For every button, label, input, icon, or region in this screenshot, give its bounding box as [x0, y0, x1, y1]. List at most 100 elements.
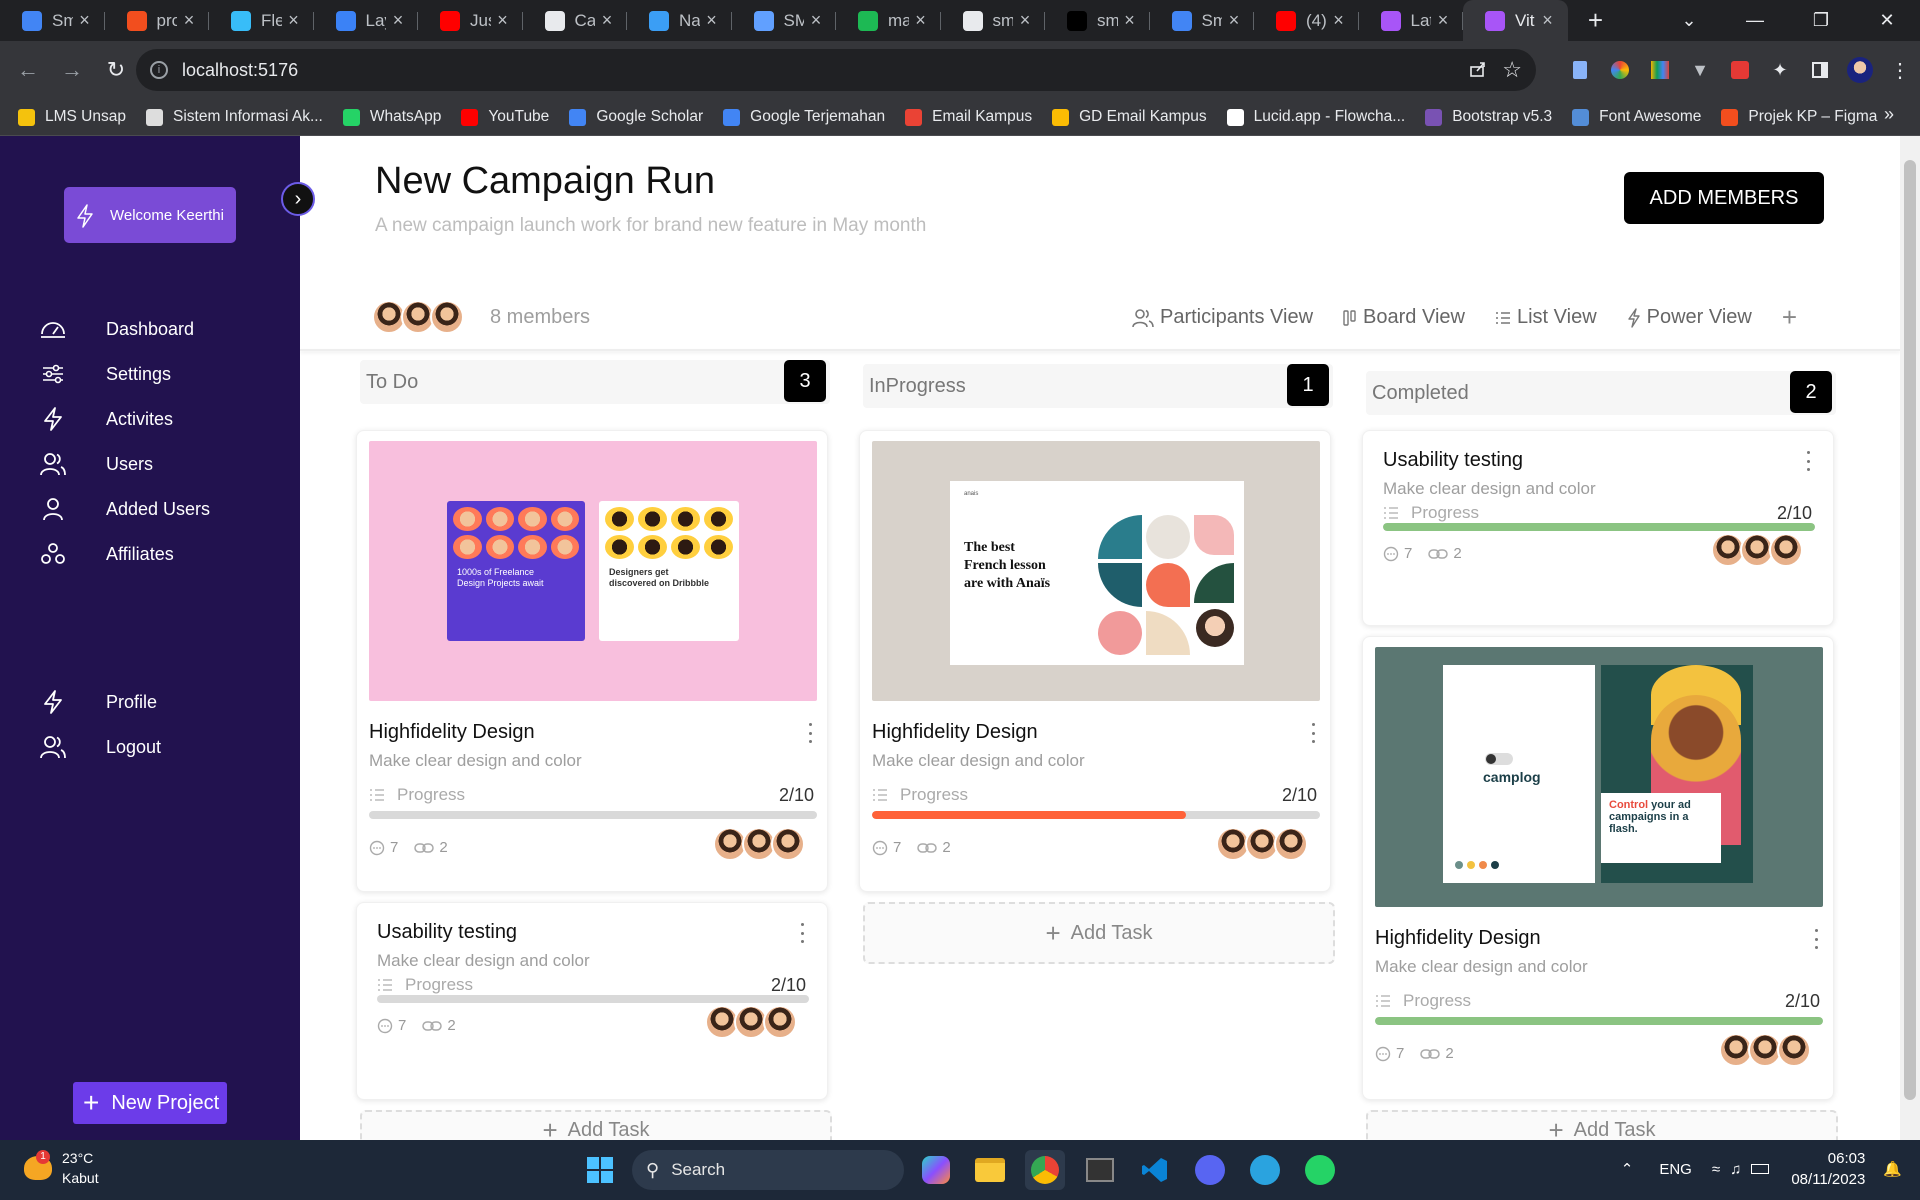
wifi-icon[interactable]: ≈	[1712, 1161, 1720, 1178]
comments-count[interactable]: 7	[369, 839, 398, 856]
back-icon[interactable]: ←	[6, 57, 50, 83]
close-window-icon[interactable]: ✕	[1854, 10, 1920, 31]
extensions-puzzle-icon[interactable]: ✦	[1760, 58, 1800, 82]
tab-search-icon[interactable]: ⌄	[1656, 10, 1722, 31]
add-view-button[interactable]: +	[1782, 302, 1797, 333]
site-info-icon[interactable]: i	[150, 61, 168, 79]
add-members-button[interactable]: ADD MEMBERS	[1624, 172, 1824, 224]
battery-icon[interactable]	[1751, 1161, 1770, 1178]
task-card[interactable]: 1000s of Freelance Design Projects await D…	[356, 430, 828, 892]
more-options-icon[interactable]	[1310, 723, 1316, 743]
whatsapp-icon[interactable]	[1300, 1150, 1340, 1190]
close-icon[interactable]: ×	[177, 10, 201, 31]
bookmark-item[interactable]: GD Email Kampus	[1052, 108, 1207, 126]
bookmark-item[interactable]: Bootstrap v5.3	[1425, 108, 1552, 126]
close-icon[interactable]: ×	[386, 10, 410, 31]
clock[interactable]: 06:03 08/11/2023	[1791, 1148, 1865, 1190]
task-card[interactable]: anais The best French lesson are with Anaïs…	[859, 430, 1331, 892]
browser-tab[interactable]: sm ×	[1045, 0, 1150, 41]
bookmark-item[interactable]: YouTube	[461, 108, 549, 126]
links-count[interactable]: 2	[414, 839, 448, 856]
new-tab-button[interactable]: +	[1576, 5, 1616, 36]
close-icon[interactable]: ×	[1327, 10, 1351, 31]
close-icon[interactable]: ×	[491, 10, 515, 31]
sidebar-item-logout[interactable]: Logout	[40, 730, 161, 764]
tab-list-view[interactable]: List View	[1495, 306, 1597, 329]
browser-tab[interactable]: Na ×	[627, 0, 732, 41]
chrome-menu-icon[interactable]: ⋮	[1880, 58, 1920, 82]
sidebar-item-affiliates[interactable]: Affiliates	[40, 537, 174, 571]
share-icon[interactable]	[1468, 59, 1488, 84]
welcome-button[interactable]: Welcome Keerthi	[64, 187, 236, 243]
sidebar-item-activites[interactable]: Activites	[40, 402, 173, 436]
close-icon[interactable]: ×	[700, 10, 724, 31]
browser-tab[interactable]: Jus×	[418, 0, 523, 41]
browser-tab[interactable]: SM ×	[732, 0, 836, 41]
extension-color-icon[interactable]	[1600, 58, 1640, 82]
tab-power-view[interactable]: Power View	[1627, 306, 1752, 329]
links-count[interactable]: 2	[422, 1017, 456, 1034]
more-options-icon[interactable]	[1813, 929, 1819, 949]
extension-red-icon[interactable]	[1720, 58, 1760, 82]
close-icon[interactable]: ×	[595, 10, 619, 31]
browser-tab[interactable]: ma ×	[836, 0, 941, 41]
add-task-button[interactable]: + Add Task	[1366, 1110, 1838, 1140]
bookmark-item[interactable]: WhatsApp	[342, 108, 441, 126]
telegram-icon[interactable]	[1245, 1150, 1285, 1190]
extension-vuetify-icon[interactable]: ▼	[1680, 58, 1720, 82]
forward-icon[interactable]: →	[50, 57, 94, 83]
close-icon[interactable]: ×	[909, 10, 933, 31]
chrome-icon[interactable]	[1025, 1150, 1065, 1190]
bookmark-item[interactable]: Font Awesome	[1572, 108, 1701, 126]
sidebar-toggle-button[interactable]: ›	[281, 182, 315, 216]
sidebar-item-users[interactable]: Users	[40, 447, 153, 481]
sidebar-item-added-users[interactable]: Added Users	[40, 492, 210, 526]
bookmark-item[interactable]: Google Scholar	[569, 108, 703, 126]
browser-tab[interactable]: sm ×	[941, 0, 1045, 41]
browser-tab[interactable]: pro ×	[105, 0, 209, 41]
comments-count[interactable]: 7	[1383, 545, 1412, 562]
close-icon[interactable]: ×	[282, 10, 306, 31]
close-icon[interactable]: ×	[1118, 10, 1142, 31]
browser-tab[interactable]: (4) ×	[1254, 0, 1359, 41]
task-card[interactable]: Usability testing Make clear design and c…	[356, 902, 828, 1100]
close-icon[interactable]: ×	[73, 10, 97, 31]
more-options-icon[interactable]	[807, 723, 813, 743]
close-icon[interactable]: ×	[1536, 10, 1560, 31]
tab-board-view[interactable]: Board View	[1343, 306, 1465, 329]
vscode-icon[interactable]	[1135, 1150, 1175, 1190]
bookmark-item[interactable]: Projek KP – Figma	[1721, 108, 1877, 126]
bookmark-item[interactable]: Google Terjemahan	[723, 108, 885, 126]
terminal-icon[interactable]	[1080, 1150, 1120, 1190]
file-explorer-icon[interactable]	[970, 1150, 1010, 1190]
add-task-button[interactable]: + Add Task	[360, 1110, 832, 1140]
extension-palette-icon[interactable]	[1640, 58, 1680, 82]
add-task-button[interactable]: + Add Task	[863, 902, 1335, 964]
close-icon[interactable]: ×	[1431, 10, 1455, 31]
new-project-button[interactable]: + New Project	[73, 1082, 227, 1124]
tab-participants-view[interactable]: Participants View	[1132, 306, 1313, 329]
browser-tab[interactable]: Fle ×	[209, 0, 314, 41]
volume-icon[interactable]: ♫	[1730, 1161, 1741, 1178]
close-icon[interactable]: ×	[804, 10, 828, 31]
browser-tab[interactable]: Sm ×	[0, 0, 105, 41]
close-icon[interactable]: ×	[1222, 10, 1246, 31]
language-indicator[interactable]: ENG	[1659, 1161, 1692, 1178]
taskbar-search[interactable]: ⚲ Search	[632, 1150, 904, 1190]
page-scrollbar[interactable]	[1900, 136, 1920, 1140]
links-count[interactable]: 2	[1420, 1045, 1454, 1062]
discord-icon[interactable]	[1190, 1150, 1230, 1190]
address-bar[interactable]: i localhost:5176 ☆	[136, 49, 1536, 91]
task-card[interactable]: camplog Control your ad campaigns in a flas…	[1362, 636, 1834, 1100]
task-card[interactable]: Usability testing Make clear design and c…	[1362, 430, 1834, 626]
browser-tab[interactable]: Lat×	[1359, 0, 1463, 41]
bookmark-item[interactable]: Lucid.app - Flowcha...	[1226, 108, 1405, 126]
side-panel-icon[interactable]	[1800, 58, 1840, 82]
close-icon[interactable]: ×	[1013, 10, 1037, 31]
comments-count[interactable]: 7	[872, 839, 901, 856]
more-options-icon[interactable]	[799, 923, 805, 943]
bookmarks-overflow-icon[interactable]: »	[1884, 104, 1894, 125]
bookmark-item[interactable]: Email Kampus	[905, 108, 1032, 126]
comments-count[interactable]: 7	[1375, 1045, 1404, 1062]
bookmark-item[interactable]: Sistem Informasi Ak...	[145, 108, 323, 126]
